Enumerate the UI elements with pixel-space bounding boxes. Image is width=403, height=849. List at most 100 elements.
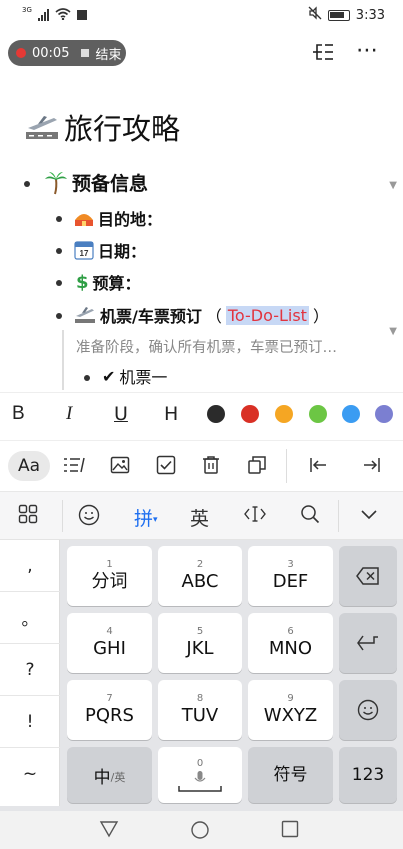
ime-pinyin-tab[interactable]: 拼▾ (134, 504, 158, 531)
checkbox-icon[interactable] (156, 455, 176, 475)
key-number: 5 (196, 626, 204, 637)
stop-recording-button[interactable]: 结束 (95, 44, 121, 63)
key-label: TUV (181, 705, 219, 726)
top-bar: 00:05 结束 ⋯ (0, 36, 403, 70)
list-item-label: 目的地： (98, 210, 163, 229)
list-item-label: 机票一 (119, 368, 168, 387)
punct-key[interactable]: ~ (0, 748, 60, 800)
key-3[interactable]: 3 DEF (248, 546, 333, 606)
system-nav-bar (0, 811, 403, 849)
symbols-key[interactable]: 符号 (248, 747, 333, 803)
key-8[interactable]: 8 TUV (158, 680, 242, 740)
language-switch-key[interactable]: 中 /英 (67, 747, 152, 803)
underline-button[interactable]: U (114, 403, 128, 425)
home-icon[interactable] (190, 820, 210, 844)
grid-menu-icon[interactable] (18, 504, 38, 529)
image-icon[interactable] (110, 455, 130, 475)
punct-key[interactable]: , (0, 540, 60, 592)
list-style-icon[interactable] (63, 455, 85, 475)
key-6[interactable]: 6 MNO (248, 613, 333, 673)
recording-pill[interactable]: 00:05 结束 (8, 40, 126, 66)
svg-text:17: 17 (80, 249, 89, 258)
numbers-key[interactable]: 123 (339, 747, 397, 803)
note-text[interactable]: 准备阶段，确认所有机票，车票已预订… (76, 336, 337, 357)
keyboard: , 。 ? ! ~ 1 分词 2 ABC 3 DEF 4 GHI 5 JKL 6… (0, 540, 403, 811)
bullet (84, 375, 90, 381)
punct-key[interactable]: 。 (0, 592, 60, 644)
emoji-icon (357, 699, 379, 721)
back-icon[interactable] (99, 820, 119, 842)
bullet (24, 181, 30, 187)
page-title[interactable]: 旅行攻略 (24, 106, 180, 148)
battery-icon (327, 9, 350, 21)
bullet (56, 280, 62, 286)
key-7[interactable]: 7 PQRS (67, 680, 152, 740)
cursor-move-icon[interactable] (244, 504, 266, 529)
list-item-label: 预算： (92, 274, 141, 293)
font-style-button[interactable]: Aa (8, 451, 50, 481)
document-body[interactable]: 旅行攻略 ▼ ▼ 预备信息 目的地： 17 日期： $ 预算： 机票/车票预订 … (0, 80, 403, 390)
bullet (56, 313, 62, 319)
list-item[interactable]: 机票/车票预订 （ To-Do-List ） (74, 303, 329, 327)
airplane-icon (74, 305, 96, 325)
enter-button[interactable] (339, 613, 397, 673)
color-swatch-orange[interactable] (275, 405, 293, 423)
italic-button[interactable]: I (66, 403, 72, 425)
key-label: 分词 (91, 571, 128, 592)
scroll-caret-icon[interactable]: ▼ (389, 326, 397, 337)
key-number: 0 (196, 758, 204, 769)
checkmark-icon: ✔ (102, 366, 116, 386)
ime-english-tab[interactable]: 英 (190, 504, 209, 531)
key-label: ABC (181, 571, 219, 592)
recents-icon[interactable] (281, 820, 299, 842)
emoji-icon[interactable] (78, 504, 100, 531)
copy-icon[interactable] (247, 455, 267, 475)
emoji-key[interactable] (339, 680, 397, 740)
list-item[interactable]: 17 日期： (74, 238, 146, 262)
palm-tree-icon (44, 171, 68, 195)
list-item[interactable]: 预备信息 (44, 169, 148, 196)
key-label: 123 (351, 765, 385, 785)
key-5[interactable]: 5 JKL (158, 613, 242, 673)
color-swatch-green[interactable] (309, 405, 327, 423)
outline-icon[interactable] (312, 42, 334, 67)
list-item-label: 机票/车票预订 (100, 307, 202, 326)
color-swatch-black[interactable] (207, 405, 225, 423)
backspace-button[interactable] (339, 546, 397, 606)
record-icon (16, 48, 26, 58)
paren-open: （ (205, 307, 222, 326)
divider (62, 500, 63, 532)
outdent-icon[interactable] (308, 455, 328, 475)
space-key[interactable]: 0 (158, 747, 242, 803)
bullet (56, 248, 62, 254)
key-label: 中 (93, 767, 111, 788)
selected-text[interactable]: To-Do-List (225, 305, 309, 325)
bold-button[interactable]: B (12, 403, 25, 425)
key-1[interactable]: 1 分词 (67, 546, 152, 606)
color-swatch-blue[interactable] (342, 405, 360, 423)
key-label: MNO (268, 638, 313, 659)
dollar-icon: $ (76, 271, 89, 293)
enter-icon (357, 635, 378, 651)
quote-bar (62, 330, 64, 390)
punct-key[interactable]: ? (0, 644, 60, 696)
color-swatch-purple[interactable] (375, 405, 393, 423)
list-item[interactable]: 目的地： (74, 206, 162, 230)
network-type: 3G (22, 6, 32, 14)
delete-icon[interactable] (201, 455, 221, 475)
punct-key[interactable]: ! (0, 696, 60, 748)
scroll-caret-icon[interactable]: ▼ (389, 180, 397, 191)
search-icon[interactable] (300, 504, 320, 529)
list-item[interactable]: $ 预算： (76, 270, 141, 294)
key-label: JKL (186, 638, 214, 659)
more-icon[interactable]: ⋯ (356, 38, 379, 63)
key-2[interactable]: 2 ABC (158, 546, 242, 606)
indent-icon[interactable] (362, 455, 382, 475)
color-swatch-red[interactable] (241, 405, 259, 423)
key-9[interactable]: 9 WXYZ (248, 680, 333, 740)
heading-button[interactable]: H (164, 403, 178, 425)
key-4[interactable]: 4 GHI (67, 613, 152, 673)
list-item[interactable]: ✔ 机票一 (102, 364, 167, 388)
collapse-keyboard-icon[interactable] (360, 504, 378, 529)
mute-icon (308, 6, 322, 24)
